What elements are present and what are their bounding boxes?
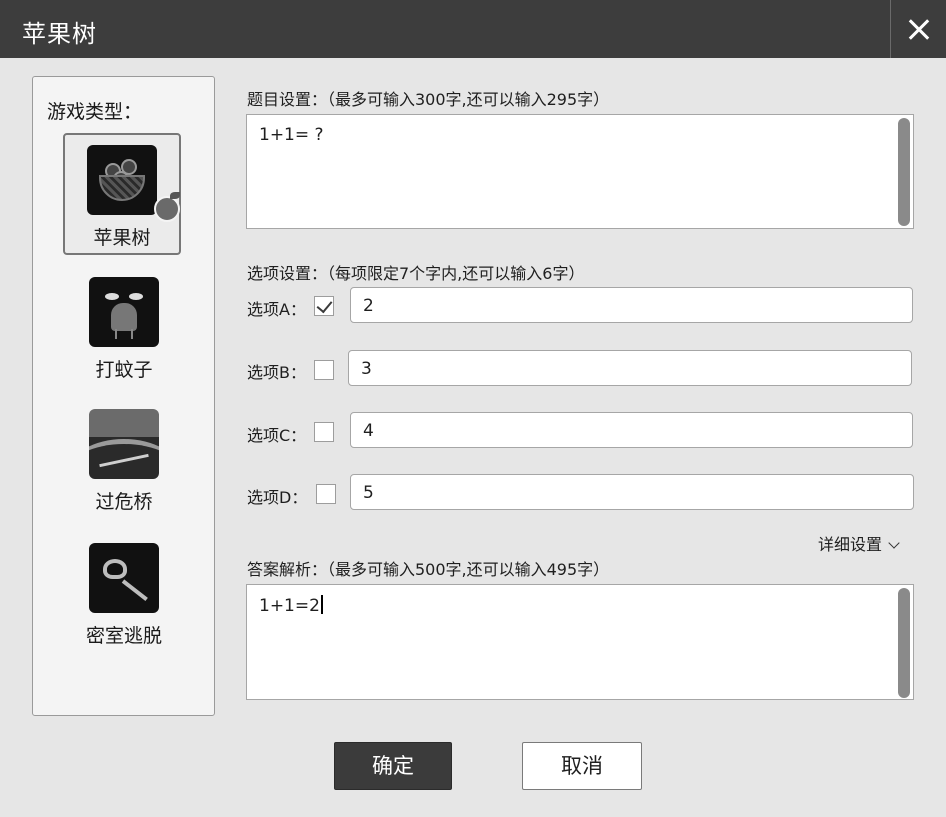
bridge-icon xyxy=(89,409,159,479)
dialog-body: 游戏类型： 苹果树 打蚊子 过危桥 密室逃脱 题目设置：（最多可输入300字,还… xyxy=(0,58,946,817)
option-b-checkbox[interactable] xyxy=(314,360,334,380)
detail-settings-toggle[interactable]: 详细设置 xyxy=(818,531,900,555)
option-b-input[interactable]: 3 xyxy=(348,350,912,386)
option-d-label: 选项D： xyxy=(247,488,308,507)
analysis-text: 1+1=2 xyxy=(259,596,320,616)
option-a-checkbox[interactable] xyxy=(314,296,334,316)
analysis-text-wrap: 1+1=2 xyxy=(259,595,323,616)
apple-badge-icon xyxy=(154,192,180,222)
question-scrollbar[interactable] xyxy=(898,118,910,226)
window-title: 苹果树 xyxy=(22,20,97,48)
game-label-apple-tree: 苹果树 xyxy=(93,227,151,249)
game-type-title: 游戏类型： xyxy=(47,101,143,123)
title-bar: 苹果树 xyxy=(0,0,946,58)
options-label: 选项设置：（每项限定7个字内,还可以输入6字） xyxy=(247,264,585,283)
game-type-panel: 游戏类型： 苹果树 打蚊子 过危桥 密室逃脱 xyxy=(32,76,215,716)
game-label-escape-room: 密室逃脱 xyxy=(85,625,162,647)
detail-settings-label: 详细设置 xyxy=(818,535,883,554)
option-d-checkbox[interactable] xyxy=(316,484,336,504)
option-c-label: 选项C： xyxy=(247,426,307,445)
question-text: 1+1= ? xyxy=(259,125,324,145)
close-icon[interactable] xyxy=(890,0,946,58)
game-item-escape-room[interactable]: 密室逃脱 xyxy=(65,543,183,648)
question-label: 题目设置：（最多可输入300字,还可以输入295字） xyxy=(247,90,610,109)
analysis-scrollbar[interactable] xyxy=(898,588,910,698)
option-c-input[interactable]: 4 xyxy=(350,412,913,448)
game-label-bridge: 过危桥 xyxy=(95,491,153,513)
chevron-down-icon xyxy=(888,537,900,549)
mosquito-icon xyxy=(89,277,159,347)
key-icon xyxy=(89,543,159,613)
game-item-bridge[interactable]: 过危桥 xyxy=(65,409,183,514)
apple-basket-icon xyxy=(87,145,157,215)
game-label-mosquito: 打蚊子 xyxy=(95,359,153,381)
confirm-button[interactable]: 确定 xyxy=(334,742,452,790)
game-item-mosquito[interactable]: 打蚊子 xyxy=(65,277,183,382)
question-textarea[interactable]: 1+1= ? xyxy=(246,114,914,229)
text-caret xyxy=(320,595,323,614)
game-item-apple-tree[interactable]: 苹果树 xyxy=(63,133,181,255)
analysis-label: 答案解析：（最多可输入500字,还可以输入495字） xyxy=(247,560,610,579)
option-a-input[interactable]: 2 xyxy=(350,287,913,323)
analysis-textarea[interactable]: 1+1=2 xyxy=(246,584,914,700)
option-d-input[interactable]: 5 xyxy=(350,474,914,510)
option-a-label: 选项A： xyxy=(247,300,306,319)
option-b-label: 选项B： xyxy=(247,363,306,382)
cancel-button[interactable]: 取消 xyxy=(522,742,642,790)
option-c-checkbox[interactable] xyxy=(314,422,334,442)
